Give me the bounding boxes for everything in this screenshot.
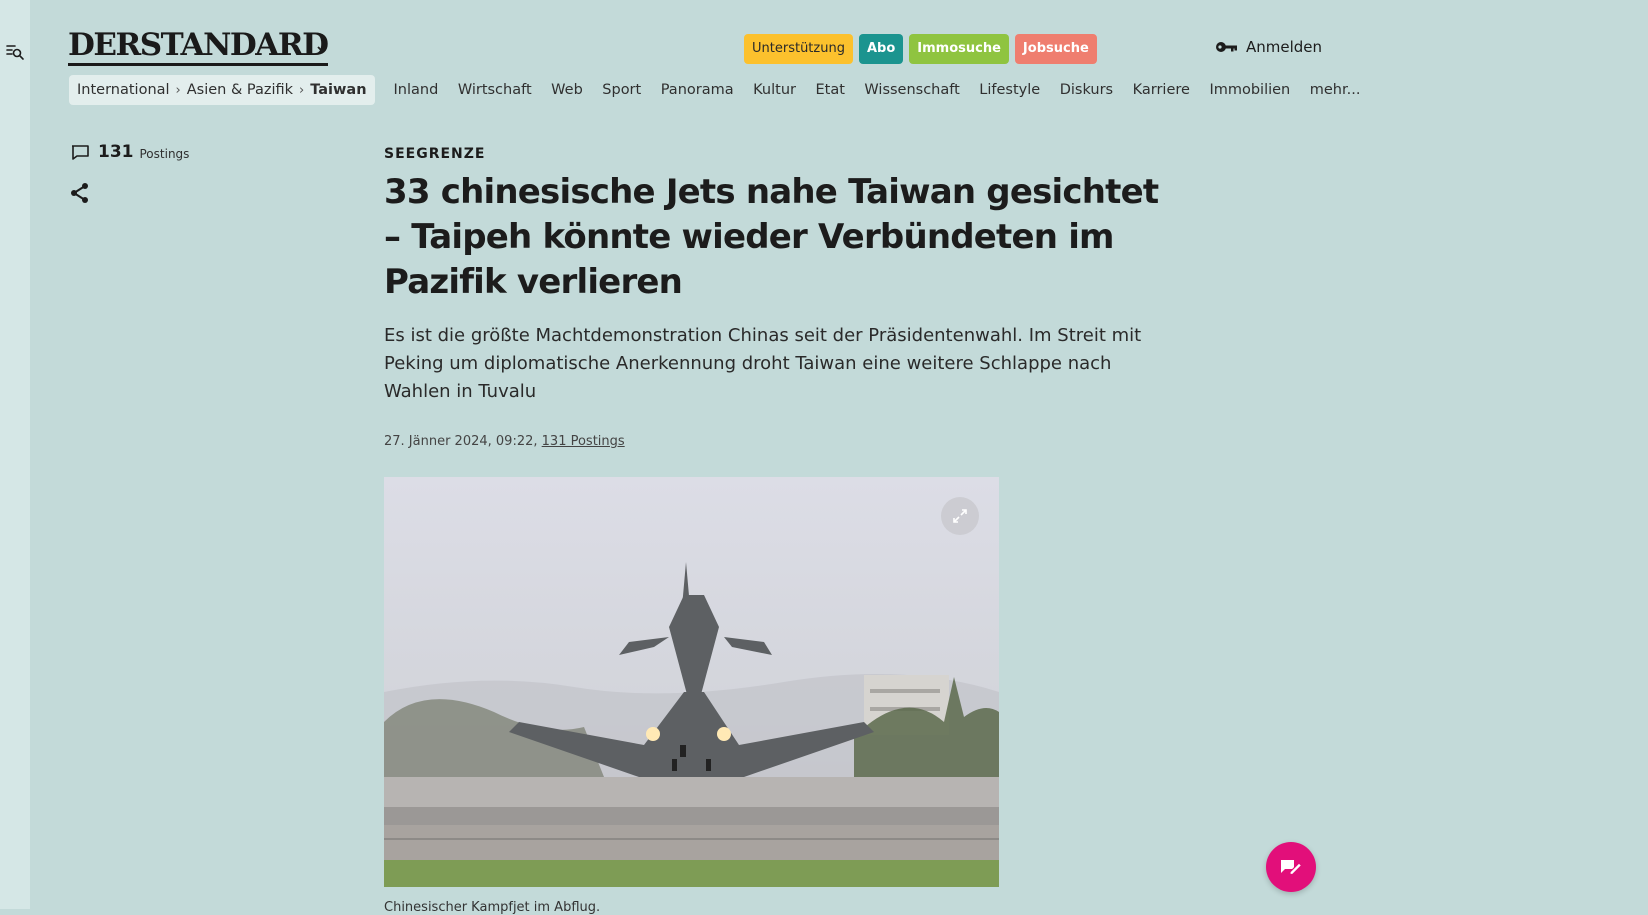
nav-link-diskurs[interactable]: Diskurs xyxy=(1060,82,1113,98)
nav-link-inland[interactable]: Inland xyxy=(394,82,439,98)
nav-link-sport[interactable]: Sport xyxy=(602,82,641,98)
promo-buttons: Unterstützung Abo Immosuche Jobsuche xyxy=(744,34,1097,64)
nav-link-karriere[interactable]: Karriere xyxy=(1133,82,1190,98)
nav-link-etat[interactable]: Etat xyxy=(815,82,844,98)
breadcrumb-asien-pazifik[interactable]: Asien & Pazifik xyxy=(187,82,293,98)
comment-icon xyxy=(72,145,89,160)
article-lead: Es ist die größte Machtdemonstration Chi… xyxy=(384,325,1142,402)
image-caption: Chinesischer Kampfjet im Abflug. xyxy=(384,900,601,915)
expand-icon xyxy=(953,509,967,523)
nav-link-kultur[interactable]: Kultur xyxy=(753,82,796,98)
postings-label: Postings xyxy=(139,146,190,161)
key-icon xyxy=(1216,42,1237,52)
site-logo[interactable]: DERSTANDARD xyxy=(68,28,329,66)
nav-link-wissenschaft[interactable]: Wissenschaft xyxy=(864,82,959,98)
left-sidebar xyxy=(0,0,30,909)
expand-image-button[interactable] xyxy=(941,497,979,535)
nav-link-lifestyle[interactable]: Lifestyle xyxy=(979,82,1040,98)
article-kicker: SEEGRENZE xyxy=(384,146,486,162)
section-links: Inland Wirtschaft Web Sport Panorama Kul… xyxy=(394,82,1380,98)
jobsuche-button[interactable]: Jobsuche xyxy=(1014,34,1097,64)
postings-link[interactable]: 131 Postings xyxy=(542,434,625,449)
menu-search-icon[interactable] xyxy=(5,42,25,62)
write-posting-button[interactable] xyxy=(1266,842,1316,892)
postings-counter[interactable]: 131 Postings xyxy=(70,142,189,162)
article-image[interactable] xyxy=(384,477,999,887)
nav-link-wirtschaft[interactable]: Wirtschaft xyxy=(458,82,532,98)
postings-count: 131 xyxy=(98,142,134,162)
immosuche-button[interactable]: Immosuche xyxy=(909,34,1009,64)
login-button[interactable]: Anmelden xyxy=(1214,38,1322,56)
login-label: Anmelden xyxy=(1246,38,1323,56)
nav-link-panorama[interactable]: Panorama xyxy=(661,82,734,98)
article-headline: 33 chinesische Jets nahe Taiwan gesichte… xyxy=(384,172,1159,302)
article-meta: 27. Jänner 2024, 09:22, 131 Postings xyxy=(384,434,625,449)
nav-link-mehr[interactable]: mehr... xyxy=(1310,82,1361,98)
breadcrumb-taiwan[interactable]: Taiwan xyxy=(310,82,366,98)
share-icon[interactable] xyxy=(69,182,91,204)
nav-link-immobilien[interactable]: Immobilien xyxy=(1209,82,1290,98)
breadcrumb: International › Asien & Pazifik › Taiwan xyxy=(69,75,375,105)
chevron-down-icon[interactable] xyxy=(315,42,329,56)
support-button[interactable]: Unterstützung xyxy=(744,34,853,64)
article-date: 27. Jänner 2024, 09:22, xyxy=(384,434,538,449)
breadcrumb-international[interactable]: International xyxy=(77,82,170,98)
nav-link-web[interactable]: Web xyxy=(551,82,583,98)
abo-button[interactable]: Abo xyxy=(858,34,904,64)
main-navigation: International › Asien & Pazifik › Taiwan… xyxy=(69,75,1380,105)
comment-edit-icon xyxy=(1281,860,1303,876)
breadcrumb-separator: › xyxy=(299,82,305,98)
breadcrumb-separator: › xyxy=(175,82,181,98)
